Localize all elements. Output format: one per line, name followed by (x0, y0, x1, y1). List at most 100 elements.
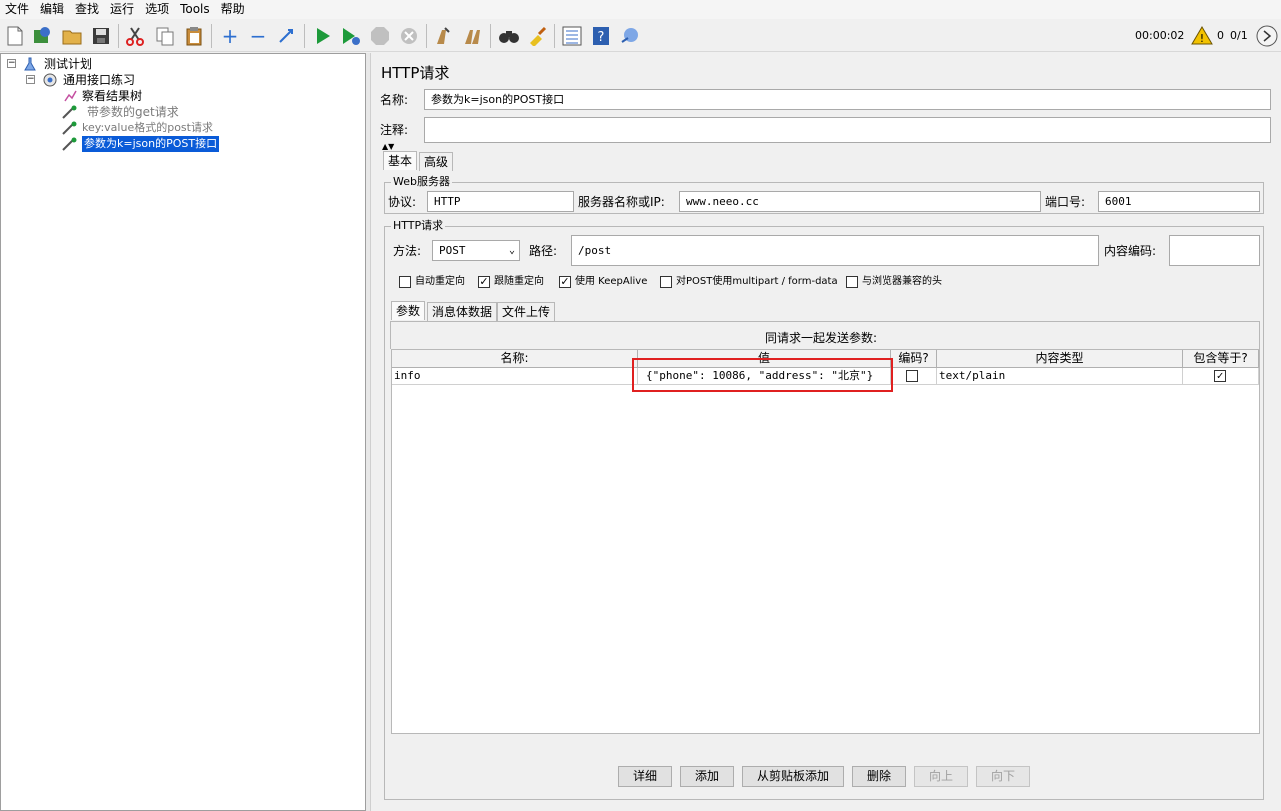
browser-headers-label: 与浏览器兼容的头 (862, 276, 942, 287)
web-server-group-label: Web服务器 (391, 175, 452, 189)
browser-headers-checkbox[interactable] (846, 276, 858, 288)
expand-toggle[interactable]: − (7, 59, 16, 68)
tab-body-data[interactable]: 消息体数据 (427, 302, 498, 321)
protocol-field[interactable]: HTTP (427, 191, 574, 212)
stop-icon[interactable] (369, 25, 391, 47)
shutdown-icon[interactable] (398, 25, 420, 47)
chevron-down-icon: ⌄ (508, 245, 515, 256)
include-equals-checkbox[interactable]: ✓ (1214, 370, 1226, 382)
http-request-group-label: HTTP请求 (391, 219, 446, 233)
templates-icon[interactable] (31, 25, 53, 47)
delete-button[interactable]: 删除 (852, 766, 906, 787)
test-plan-tree: − 测试计划 − 通用接口练习 察看结果树 带参数的get请求 key:valu… (0, 53, 366, 811)
tab-basic[interactable]: 基本 (383, 151, 418, 170)
add-from-clipboard-button[interactable]: 从剪贴板添加 (742, 766, 844, 787)
tree-node-get-request[interactable]: 带参数的get请求 (87, 104, 179, 120)
param-content-type-cell[interactable]: text/plain (937, 368, 1183, 385)
path-label: 路径: (529, 244, 558, 258)
menu-help[interactable]: 帮助 (216, 0, 251, 19)
sampler-icon (61, 105, 77, 119)
server-field[interactable]: www.neeo.cc (679, 191, 1041, 212)
cut-icon[interactable] (124, 25, 146, 47)
open-icon[interactable] (61, 25, 83, 47)
param-name-cell[interactable]: info (392, 368, 638, 385)
method-select[interactable]: POST ⌄ (432, 240, 520, 261)
tab-file-upload[interactable]: 文件上传 (497, 302, 556, 321)
auto-redirect-label: 自动重定向 (415, 276, 465, 287)
clear-icon[interactable] (432, 25, 454, 47)
method-value: POST (439, 244, 466, 257)
tab-parameters[interactable]: 参数 (391, 301, 426, 320)
search-icon[interactable] (498, 25, 520, 47)
tree-node-post-json-request[interactable]: 参数为k=json的POST接口 (82, 136, 220, 152)
http-request-panel: HTTP请求 名称: 参数为k=json的POST接口 注释: ▲▼ 基本 高级… (370, 53, 1281, 811)
comment-label: 注释: (380, 123, 409, 137)
menu-run[interactable]: 运行 (105, 0, 140, 19)
menu-bar: 文件 编辑 查找 运行 选项 Tools 帮助 (0, 0, 1281, 19)
copy-icon[interactable] (154, 25, 176, 47)
menu-options[interactable]: 选项 (140, 0, 175, 19)
auto-redirect-checkbox[interactable] (399, 276, 411, 288)
tree-node-thread-group[interactable]: 通用接口练习 (63, 72, 135, 88)
start-icon[interactable] (312, 25, 334, 47)
start-no-pause-icon[interactable] (340, 25, 362, 47)
clear-all-icon[interactable] (462, 25, 484, 47)
column-header-include-equals[interactable]: 包含等于? (1183, 350, 1259, 368)
menu-tools[interactable]: Tools (175, 0, 216, 19)
param-include-equals-cell[interactable]: ✓ (1183, 368, 1259, 385)
collapse-icon[interactable]: − (247, 25, 269, 47)
tree-node-test-plan[interactable]: 测试计划 (44, 56, 92, 72)
column-header-name[interactable]: 名称: (392, 350, 638, 368)
save-icon[interactable] (90, 25, 112, 47)
follow-redirect-label: 跟随重定向 (494, 276, 544, 287)
sampler-icon (61, 121, 77, 135)
port-field[interactable]: 6001 (1098, 191, 1260, 212)
function-helper-icon[interactable] (561, 25, 583, 47)
comment-field[interactable] (424, 117, 1271, 143)
menu-file[interactable]: 文件 (0, 0, 35, 19)
page-title: HTTP请求 (381, 64, 450, 82)
svg-text:!: ! (1200, 32, 1204, 45)
menu-search[interactable]: 查找 (70, 0, 105, 19)
result-tree-icon (63, 89, 77, 103)
elapsed-timer: 00:00:02 (1135, 29, 1185, 42)
warning-count: 0 (1217, 29, 1224, 42)
params-table: 名称: 值 编码? 内容类型 包含等于? info {"phone": 1008… (391, 349, 1260, 734)
move-up-button[interactable]: 向上 (914, 766, 968, 787)
add-button[interactable]: 添加 (680, 766, 734, 787)
new-icon[interactable] (4, 25, 26, 47)
svg-text:?: ? (598, 30, 605, 45)
detail-button[interactable]: 详细 (618, 766, 672, 787)
expand-icon[interactable]: + (219, 25, 241, 47)
sampler-icon (61, 137, 77, 151)
toolbar: + − ? 00:00:02 ! 0 0/1 (0, 19, 1281, 52)
name-field[interactable]: 参数为k=json的POST接口 (424, 89, 1271, 110)
menu-edit[interactable]: 编辑 (35, 0, 70, 19)
test-plan-icon (23, 57, 37, 71)
log-toggle-icon[interactable] (1256, 25, 1278, 50)
paste-icon[interactable] (183, 25, 205, 47)
reset-search-icon[interactable] (526, 25, 548, 47)
thread-group-icon (42, 73, 57, 87)
tree-node-post-kv-request[interactable]: key:value格式的post请求 (82, 120, 213, 136)
follow-redirect-checkbox[interactable]: ✓ (478, 276, 490, 288)
warning-icon[interactable]: ! (1191, 26, 1213, 48)
path-field[interactable]: /post (571, 235, 1099, 266)
move-down-button[interactable]: 向下 (976, 766, 1030, 787)
remote-icon[interactable] (619, 25, 641, 47)
tab-advanced[interactable]: 高级 (419, 152, 454, 171)
column-header-content-type[interactable]: 内容类型 (937, 350, 1183, 368)
server-label: 服务器名称或IP: (578, 195, 665, 209)
multipart-label: 对POST使用multipart / form-data (676, 276, 838, 287)
content-encoding-field[interactable] (1169, 235, 1260, 266)
keepalive-checkbox[interactable]: ✓ (559, 276, 571, 288)
toggle-icon[interactable] (276, 25, 298, 47)
column-header-encode[interactable]: 编码? (891, 350, 937, 368)
param-encode-cell[interactable] (891, 368, 937, 385)
expand-toggle[interactable]: − (26, 75, 35, 84)
encode-checkbox[interactable] (906, 370, 918, 382)
help-icon[interactable]: ? (590, 25, 612, 47)
tree-node-result-tree[interactable]: 察看结果树 (82, 88, 142, 104)
multipart-checkbox[interactable] (660, 276, 672, 288)
collapse-arrows-icon[interactable]: ▲▼ (382, 143, 394, 151)
